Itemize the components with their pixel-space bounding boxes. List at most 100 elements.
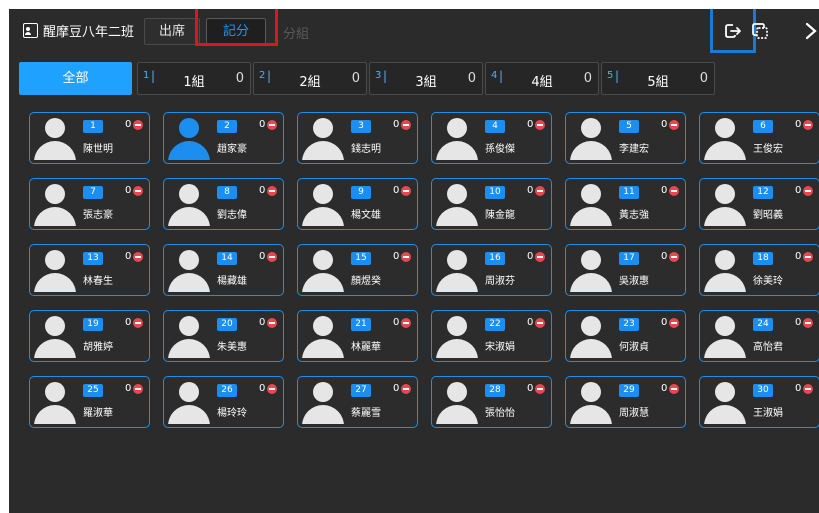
group-name: 3組 xyxy=(415,75,437,90)
group-tab-3[interactable]: 3 | 3組 0 xyxy=(369,62,483,95)
student-card[interactable]: 25 0 羅淑華 xyxy=(29,376,150,428)
avatar-head xyxy=(581,382,601,402)
student-card[interactable]: 7 0 張志豪 xyxy=(29,178,150,230)
student-card[interactable]: 12 0 劉昭義 xyxy=(699,178,819,230)
group-tab-2[interactable]: 2 | 2組 0 xyxy=(253,62,367,95)
minus-icon[interactable] xyxy=(803,186,813,196)
minus-icon[interactable] xyxy=(535,252,545,262)
student-name: 宋淑娟 xyxy=(485,342,515,353)
student-card[interactable]: 19 0 胡雅婷 xyxy=(29,310,150,362)
student-card[interactable]: 18 0 徐美玲 xyxy=(699,244,819,296)
student-card[interactable]: 30 0 王淑娟 xyxy=(699,376,819,428)
minus-icon[interactable] xyxy=(669,318,679,328)
avatar-head xyxy=(447,184,467,204)
student-card[interactable]: 27 0 蔡麗雪 xyxy=(297,376,418,428)
group-tab-1[interactable]: 1 | 1組 0 xyxy=(137,62,251,95)
student-card[interactable]: 6 0 王俊宏 xyxy=(699,112,819,164)
minus-icon[interactable] xyxy=(535,318,545,328)
student-card[interactable]: 3 0 錢志明 xyxy=(297,112,418,164)
student-card[interactable]: 23 0 何淑貞 xyxy=(565,310,686,362)
minus-icon[interactable] xyxy=(267,120,277,130)
minus-icon[interactable] xyxy=(401,252,411,262)
student-card[interactable]: 8 0 劉志偉 xyxy=(163,178,284,230)
student-score: 0 xyxy=(795,317,802,328)
avatar-body xyxy=(34,141,76,160)
minus-icon[interactable] xyxy=(267,186,277,196)
avatar xyxy=(570,118,612,160)
close-icon[interactable] xyxy=(804,22,818,40)
minus-icon[interactable] xyxy=(267,384,277,394)
minus-icon[interactable] xyxy=(267,318,277,328)
student-score: 0 xyxy=(259,185,266,196)
avatar xyxy=(704,316,746,358)
student-card[interactable]: 21 0 林麗華 xyxy=(297,310,418,362)
minus-icon[interactable] xyxy=(133,120,143,130)
tab-group[interactable]: 分組 xyxy=(283,23,309,42)
minus-icon[interactable] xyxy=(535,384,545,394)
share-exit-icon[interactable] xyxy=(724,22,742,40)
tab-attendance[interactable]: 出席 xyxy=(144,18,200,45)
student-name: 吳淑惠 xyxy=(619,276,649,287)
group-tab-all[interactable]: 全部 xyxy=(19,62,132,95)
student-name: 周淑芬 xyxy=(485,276,515,287)
minus-icon[interactable] xyxy=(535,186,545,196)
avatar-head xyxy=(715,250,735,270)
student-card[interactable]: 29 0 周淑慧 xyxy=(565,376,686,428)
student-card[interactable]: 16 0 周淑芬 xyxy=(431,244,552,296)
student-name: 張怡怡 xyxy=(485,408,515,419)
student-card[interactable]: 11 0 黃志強 xyxy=(565,178,686,230)
avatar-head xyxy=(715,184,735,204)
minus-icon[interactable] xyxy=(401,384,411,394)
student-card[interactable]: 5 0 李建宏 xyxy=(565,112,686,164)
minus-icon[interactable] xyxy=(133,186,143,196)
minus-icon[interactable] xyxy=(803,252,813,262)
minus-icon[interactable] xyxy=(133,384,143,394)
student-card[interactable]: 22 0 宋淑娟 xyxy=(431,310,552,362)
minus-icon[interactable] xyxy=(669,252,679,262)
minus-icon[interactable] xyxy=(803,384,813,394)
avatar xyxy=(704,184,746,226)
minus-icon[interactable] xyxy=(267,252,277,262)
group-name: 2組 xyxy=(299,75,321,90)
minus-icon[interactable] xyxy=(669,186,679,196)
student-card[interactable]: 14 0 楊藏雄 xyxy=(163,244,284,296)
avatar-body xyxy=(570,207,612,226)
student-card[interactable]: 26 0 楊玲玲 xyxy=(163,376,284,428)
minus-icon[interactable] xyxy=(133,318,143,328)
student-card[interactable]: 1 0 陳世明 xyxy=(29,112,150,164)
seat-number: 12 xyxy=(753,186,773,199)
minus-icon[interactable] xyxy=(401,120,411,130)
minus-icon[interactable] xyxy=(133,252,143,262)
minus-icon[interactable] xyxy=(669,384,679,394)
student-card[interactable]: 2 0 趙家豪 xyxy=(163,112,284,164)
student-score: 0 xyxy=(393,317,400,328)
minus-icon[interactable] xyxy=(401,186,411,196)
student-card[interactable]: 9 0 楊文雄 xyxy=(297,178,418,230)
group-tab-4[interactable]: 4 | 4組 0 xyxy=(485,62,599,95)
minus-icon[interactable] xyxy=(803,120,813,130)
avatar xyxy=(34,118,76,160)
avatar-head xyxy=(45,118,65,138)
seat-number: 17 xyxy=(619,252,639,265)
student-card[interactable]: 4 0 孫俊傑 xyxy=(431,112,552,164)
avatar xyxy=(436,184,478,226)
minus-icon[interactable] xyxy=(803,318,813,328)
minus-icon[interactable] xyxy=(535,120,545,130)
student-card[interactable]: 17 0 吳淑惠 xyxy=(565,244,686,296)
student-card[interactable]: 28 0 張怡怡 xyxy=(431,376,552,428)
student-card[interactable]: 24 0 高怡君 xyxy=(699,310,819,362)
avatar-body xyxy=(168,273,210,292)
minus-icon[interactable] xyxy=(669,120,679,130)
student-score: 0 xyxy=(125,383,132,394)
screenshot-icon[interactable] xyxy=(751,22,769,40)
avatar-head xyxy=(45,250,65,270)
student-card[interactable]: 13 0 林春生 xyxy=(29,244,150,296)
student-card[interactable]: 10 0 陳金龍 xyxy=(431,178,552,230)
avatar xyxy=(302,382,344,424)
group-tab-5[interactable]: 5 | 5組 0 xyxy=(601,62,715,95)
avatar xyxy=(34,250,76,292)
minus-icon[interactable] xyxy=(401,318,411,328)
student-card[interactable]: 15 0 顏煜癸 xyxy=(297,244,418,296)
student-card[interactable]: 20 0 朱美惠 xyxy=(163,310,284,362)
avatar-body xyxy=(302,207,344,226)
